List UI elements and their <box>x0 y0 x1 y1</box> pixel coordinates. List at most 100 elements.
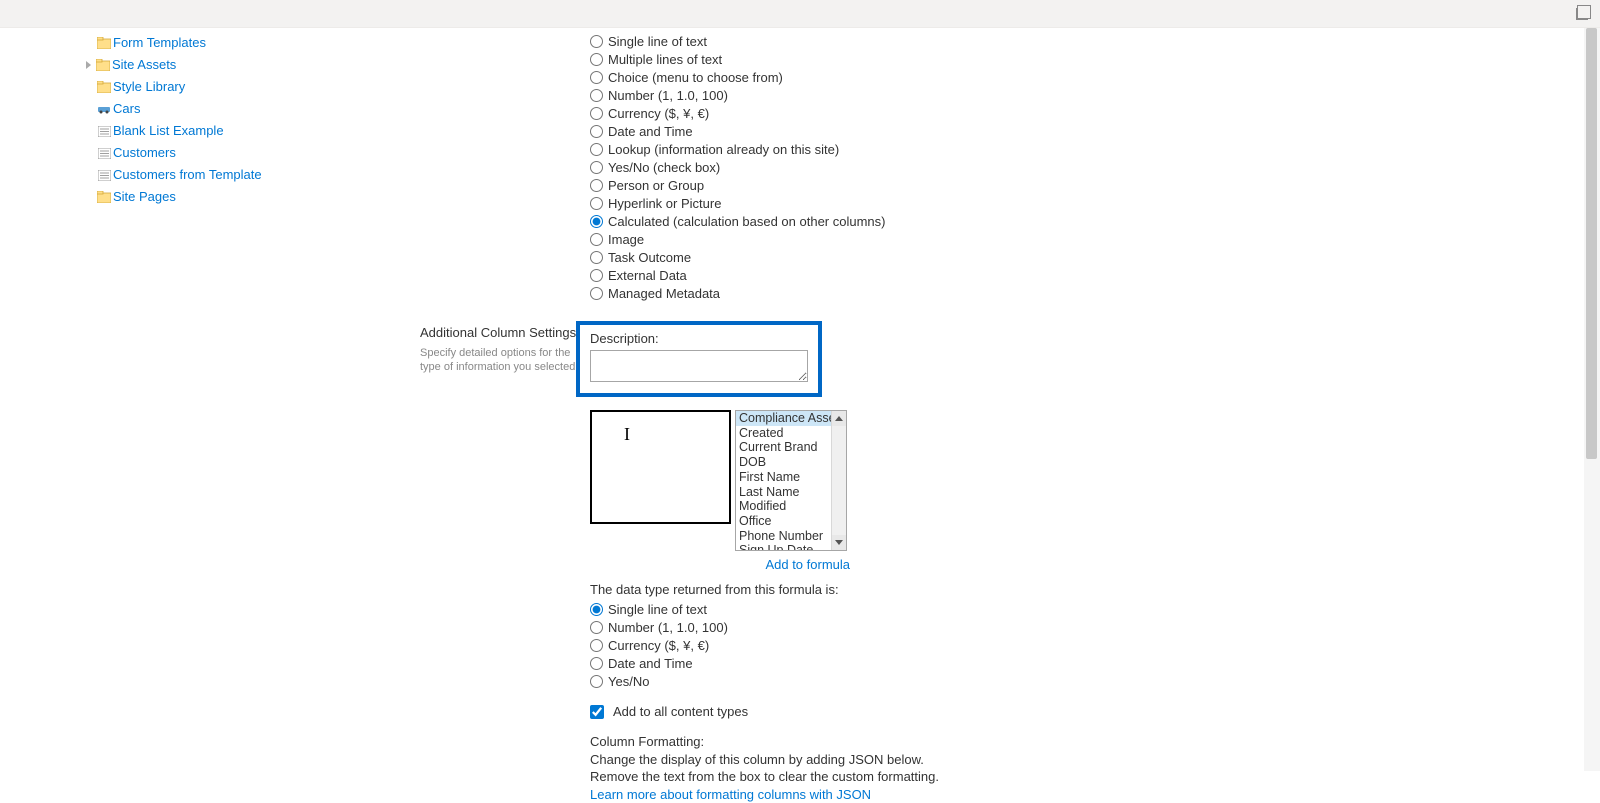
column-type-option[interactable]: Choice (menu to choose from) <box>590 69 886 86</box>
column-type-option[interactable]: Task Outcome <box>590 249 886 266</box>
insert-column-option[interactable]: Current Brand <box>736 440 846 455</box>
column-type-radio[interactable] <box>590 251 603 264</box>
column-type-label: Person or Group <box>608 178 704 194</box>
insert-column-option[interactable]: Phone Number <box>736 529 846 544</box>
listbox-scrollbar[interactable] <box>831 411 846 550</box>
list-icon <box>96 146 112 160</box>
insert-column-option[interactable]: Created <box>736 426 846 441</box>
page-scrollbar-thumb[interactable] <box>1586 28 1597 459</box>
nav-item-style-library[interactable]: Style Library <box>96 76 380 98</box>
nav-item-label: Cars <box>113 100 140 118</box>
return-type-label-text: Date and Time <box>608 656 693 672</box>
add-to-formula-link[interactable]: Add to formula <box>590 557 850 572</box>
column-formatting-line1: Change the display of this column by add… <box>590 751 939 769</box>
nav-item-site-assets[interactable]: Site Assets <box>96 54 380 76</box>
column-type-radio[interactable] <box>590 125 603 138</box>
site-nav-tree: Form Templates Site Assets Style Library Ca… <box>0 28 380 803</box>
scroll-up-button[interactable] <box>832 411 846 426</box>
column-type-radio[interactable] <box>590 161 603 174</box>
nav-item-cars[interactable]: Cars <box>96 98 380 120</box>
column-type-option[interactable]: Currency ($, ¥, €) <box>590 105 886 122</box>
description-label: Description: <box>590 331 808 346</box>
insert-column-option[interactable]: Modified <box>736 499 846 514</box>
column-type-radio[interactable] <box>590 197 603 210</box>
scroll-down-button[interactable] <box>832 535 846 550</box>
column-type-label: Image <box>608 232 644 248</box>
column-type-option[interactable]: Multiple lines of text <box>590 51 886 68</box>
column-type-option[interactable]: Image <box>590 231 886 248</box>
column-type-option[interactable]: External Data <box>590 267 886 284</box>
car-icon <box>96 102 112 116</box>
column-type-option[interactable]: Hyperlink or Picture <box>590 195 886 212</box>
column-type-radio[interactable] <box>590 107 603 120</box>
column-type-option[interactable]: Date and Time <box>590 123 886 140</box>
list-icon <box>96 168 112 182</box>
return-type-option[interactable]: Single line of text <box>590 601 939 618</box>
column-type-option[interactable]: Yes/No (check box) <box>590 159 886 176</box>
insert-column-option[interactable]: Office <box>736 514 846 529</box>
return-type-radio[interactable] <box>590 657 603 670</box>
nav-item-label: Customers <box>113 144 176 162</box>
nav-item-site-pages[interactable]: Site Pages <box>96 186 380 208</box>
focus-mode-icon[interactable] <box>1576 8 1588 20</box>
return-type-label-text: Yes/No <box>608 674 649 690</box>
insert-column-option[interactable]: First Name <box>736 470 846 485</box>
insert-column-option[interactable]: Sign Up Date <box>736 543 846 551</box>
column-type-label: Currency ($, ¥, €) <box>608 106 709 122</box>
column-type-label: Single line of text <box>608 34 707 50</box>
column-type-radio[interactable] <box>590 233 603 246</box>
column-type-radio[interactable] <box>590 269 603 282</box>
description-textarea[interactable] <box>590 350 808 382</box>
column-type-radio[interactable] <box>590 71 603 84</box>
folder-icon <box>96 190 112 204</box>
formula-textarea[interactable] <box>590 410 731 524</box>
return-type-radio[interactable] <box>590 639 603 652</box>
nav-item-label: Customers from Template <box>113 166 262 184</box>
nav-item-customers[interactable]: Customers <box>96 142 380 164</box>
return-type-radio[interactable] <box>590 603 603 616</box>
nav-item-blank-list-example[interactable]: Blank List Example <box>96 120 380 142</box>
return-type-option[interactable]: Date and Time <box>590 655 939 672</box>
folder-icon <box>96 36 112 50</box>
insert-column-option[interactable]: Compliance Asset Id <box>736 411 846 426</box>
column-type-option[interactable]: Number (1, 1.0, 100) <box>590 87 886 104</box>
return-type-option[interactable]: Yes/No <box>590 673 939 690</box>
column-type-label: Task Outcome <box>608 250 691 266</box>
nav-item-label: Form Templates <box>113 34 206 52</box>
column-type-option[interactable]: Managed Metadata <box>590 285 886 302</box>
column-type-radio[interactable] <box>590 179 603 192</box>
add-all-content-types-checkbox[interactable] <box>590 705 604 719</box>
column-type-radio[interactable] <box>590 287 603 300</box>
column-type-label: Calculated (calculation based on other c… <box>608 214 886 230</box>
column-formatting-learn-more-link[interactable]: Learn more about formatting columns with… <box>590 786 939 803</box>
column-type-option[interactable]: Person or Group <box>590 177 886 194</box>
nav-item-form-templates[interactable]: Form Templates <box>96 32 380 54</box>
insert-column-listbox[interactable]: Compliance Asset IdCreatedCurrent BrandD… <box>735 410 847 551</box>
column-type-radio[interactable] <box>590 215 603 228</box>
column-type-option[interactable]: Calculated (calculation based on other c… <box>590 213 886 230</box>
nav-item-label: Site Assets <box>112 56 176 74</box>
return-type-label-text: Number (1, 1.0, 100) <box>608 620 728 636</box>
return-type-radio[interactable] <box>590 675 603 688</box>
column-type-radio[interactable] <box>590 35 603 48</box>
nav-item-label: Site Pages <box>113 188 176 206</box>
top-toolbar <box>0 0 1600 28</box>
page-scrollbar[interactable] <box>1584 28 1600 771</box>
folder-icon <box>96 80 112 94</box>
insert-column-option[interactable]: DOB <box>736 455 846 470</box>
nav-item-customers-from-template[interactable]: Customers from Template <box>96 164 380 186</box>
column-type-label: External Data <box>608 268 687 284</box>
expand-triangle-icon[interactable] <box>86 61 91 69</box>
insert-column-option[interactable]: Last Name <box>736 485 846 500</box>
column-type-radio[interactable] <box>590 143 603 156</box>
return-type-option[interactable]: Number (1, 1.0, 100) <box>590 619 939 636</box>
column-type-label: Hyperlink or Picture <box>608 196 721 212</box>
column-type-option[interactable]: Single line of text <box>590 33 886 50</box>
add-all-content-types-label[interactable]: Add to all content types <box>613 704 748 719</box>
column-type-label: Choice (menu to choose from) <box>608 70 783 86</box>
column-type-radio[interactable] <box>590 89 603 102</box>
column-type-option[interactable]: Lookup (information already on this site… <box>590 141 886 158</box>
column-type-radio[interactable] <box>590 53 603 66</box>
return-type-radio[interactable] <box>590 621 603 634</box>
return-type-option[interactable]: Currency ($, ¥, €) <box>590 637 939 654</box>
